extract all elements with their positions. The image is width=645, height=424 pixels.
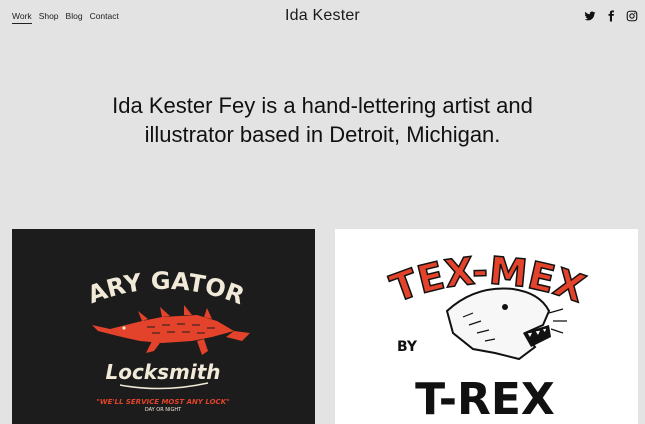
intro-line-2: illustrator based in Detroit, Michigan. — [144, 122, 501, 147]
twitter-icon[interactable] — [584, 10, 596, 22]
tex-mex-by: BY — [397, 339, 418, 355]
instagram-icon[interactable] — [626, 10, 638, 22]
gary-gators-small: DAY OR NIGHT — [145, 407, 182, 413]
intro-line-1: Ida Kester Fey is a hand-lettering artis… — [112, 93, 533, 118]
gary-gators-artwork: GARY GATORS Locksmith "WE'LL SERVICE MOS… — [12, 229, 250, 413]
site-header: Work Shop Blog Contact Ida Kester — [0, 0, 645, 34]
site-title[interactable]: Ida Kester — [0, 7, 645, 25]
tex-mex-artwork: TEX-MEX BY T-REX — [384, 248, 591, 424]
facebook-icon[interactable] — [605, 10, 617, 22]
trex-label: T-REX — [415, 374, 555, 424]
gary-gators-tagline: "WE'LL SERVICE MOST ANY LOCK" — [96, 398, 230, 406]
gary-gators-title: GARY GATORS — [12, 229, 248, 310]
social-links — [584, 10, 638, 22]
alligator-illustration — [92, 305, 250, 355]
portfolio-tile-tex-mex[interactable]: TEX-MEX BY T-REX — [335, 229, 638, 424]
portfolio-tile-gary-gators[interactable]: GARY GATORS Locksmith "WE'LL SERVICE MOS… — [12, 229, 315, 424]
intro-statement: Ida Kester Fey is a hand-lettering artis… — [0, 91, 645, 149]
locksmith-label: Locksmith — [105, 360, 220, 384]
